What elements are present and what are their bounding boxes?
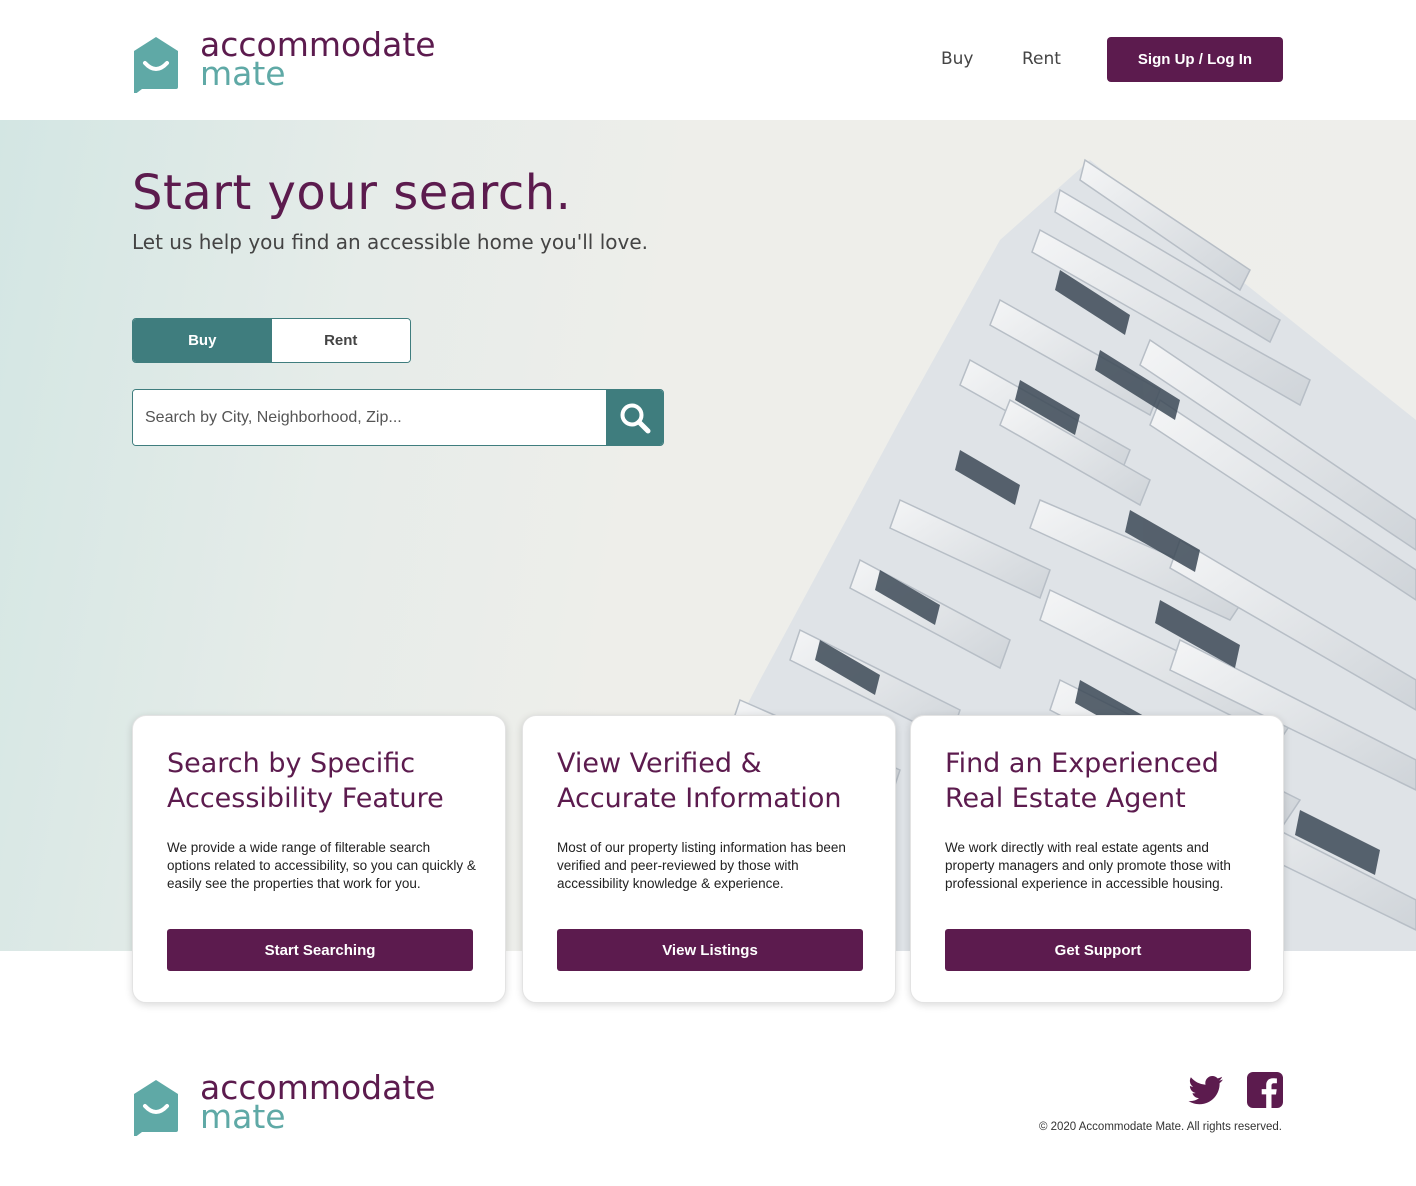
house-logo-icon	[134, 37, 178, 93]
card-title: Find an Experienced Real Estate Agent	[945, 748, 1219, 814]
view-listings-button[interactable]: View Listings	[557, 929, 863, 971]
get-support-button[interactable]: Get Support	[945, 929, 1251, 971]
brand-logo[interactable]: accommodate mate	[132, 28, 436, 93]
search-bar	[132, 389, 664, 446]
feature-card-verified-info: View Verified & Accurate Information Mos…	[522, 715, 896, 1003]
nav-rent-link[interactable]: Rent	[1022, 49, 1061, 69]
search-input[interactable]	[133, 390, 606, 445]
feature-card-agent: Find an Experienced Real Estate Agent We…	[910, 715, 1284, 1003]
copyright-text: © 2020 Accommodate Mate. All rights rese…	[1038, 1121, 1282, 1133]
toggle-buy-option[interactable]: Buy	[133, 319, 272, 362]
house-logo-icon	[134, 1080, 178, 1136]
card-body: We provide a wide range of filterable se…	[167, 840, 476, 891]
signup-login-button[interactable]: Sign Up / Log In	[1107, 37, 1283, 82]
start-searching-button[interactable]: Start Searching	[167, 929, 473, 971]
card-title: Search by Specific Accessibility Feature	[167, 748, 444, 814]
hero-subtitle: Let us help you find an accessible home …	[132, 230, 648, 254]
hero-title: Start your search.	[132, 165, 572, 221]
site-header: accommodate mate Buy Rent Sign Up / Log …	[0, 0, 1416, 120]
buy-rent-toggle: Buy Rent	[132, 318, 411, 363]
search-button[interactable]	[606, 390, 663, 445]
nav-buy-link[interactable]: Buy	[941, 49, 974, 69]
card-body: We work directly with real estate agents…	[945, 840, 1231, 891]
twitter-icon[interactable]	[1188, 1072, 1224, 1108]
card-body: Most of our property listing information…	[557, 840, 846, 891]
feature-card-accessibility-search: Search by Specific Accessibility Feature…	[132, 715, 506, 1003]
facebook-icon[interactable]	[1247, 1072, 1283, 1108]
search-icon	[620, 403, 650, 433]
footer-brand-logo[interactable]: accommodate mate	[132, 1071, 436, 1136]
toggle-rent-option[interactable]: Rent	[271, 319, 410, 362]
card-title: View Verified & Accurate Information	[557, 748, 842, 814]
